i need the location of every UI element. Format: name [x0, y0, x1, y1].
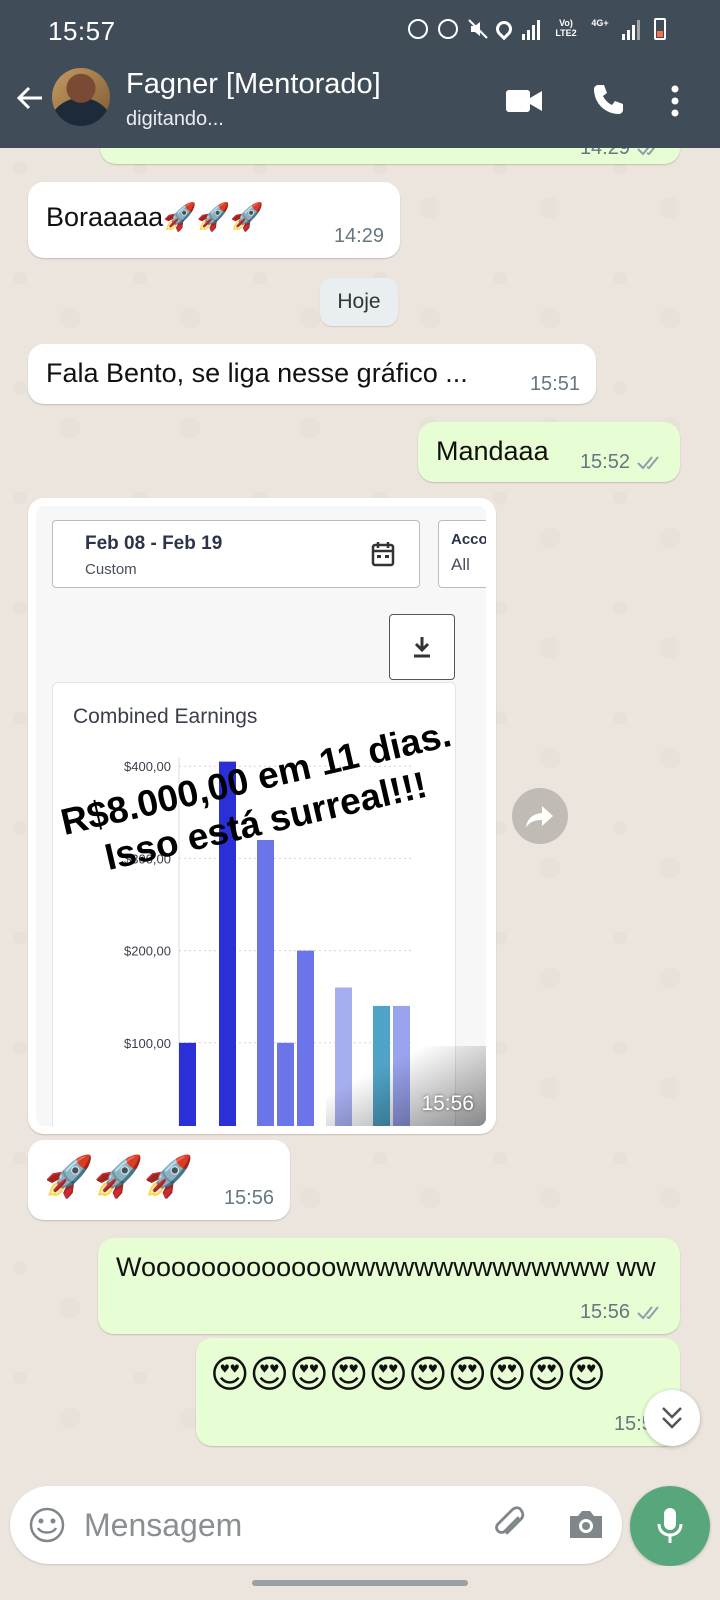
account-value: All — [451, 555, 470, 574]
message-input[interactable] — [84, 1504, 464, 1546]
incoming-message[interactable]: 🚀🚀🚀 15:56 — [28, 1140, 290, 1220]
read-ticks-icon — [637, 148, 655, 155]
microphone-icon — [657, 1508, 683, 1543]
volte-label: Vo) LTE2 — [555, 18, 577, 38]
heart-eyes-emoji: 😍😍😍😍😍😍😍😍😍😍 — [210, 1352, 607, 1396]
read-ticks-icon — [637, 1305, 659, 1319]
contact-name[interactable]: Fagner [Mentorado] — [126, 68, 381, 101]
alarm-icon — [438, 19, 458, 39]
message-text: Mandaaa — [436, 436, 549, 466]
incoming-message[interactable]: Fala Bento, se liga nesse gráfico ... 15… — [28, 344, 596, 404]
chat-area[interactable]: 14:29 Boraaaaa🚀🚀🚀 14:29 Hoje Fala Bento,… — [0, 148, 720, 1478]
chart-bar — [179, 1042, 196, 1126]
message-time: 15:51 — [529, 373, 580, 395]
network-label: 4G+ — [591, 18, 609, 28]
signal-2-icon — [622, 18, 644, 40]
attach-icon[interactable] — [490, 1504, 530, 1544]
message-time: 15:56 — [223, 1187, 274, 1209]
date-range-picker: Feb 08 - Feb 19 Custom — [52, 520, 420, 588]
account-filter: Acco All — [438, 520, 486, 588]
status-icons: Vo) LTE2 4G+ — [408, 17, 666, 41]
mute-icon — [468, 18, 488, 40]
rocket-emoji: 🚀🚀🚀 — [163, 202, 264, 233]
rocket-emoji: 🚀🚀🚀 — [44, 1154, 194, 1200]
forward-button[interactable] — [512, 788, 568, 844]
dashboard-screenshot[interactable]: Feb 08 - Feb 19 Custom Acco All Combined… — [36, 506, 486, 1126]
image-message[interactable]: Feb 08 - Feb 19 Custom Acco All Combined… — [28, 498, 496, 1134]
chart-bar — [277, 1042, 294, 1126]
outgoing-message[interactable]: Mandaaa 15:52 — [418, 422, 680, 482]
video-call-icon[interactable] — [506, 88, 542, 114]
y-tick-label: $200,00 — [124, 944, 171, 959]
scroll-to-bottom-button[interactable] — [644, 1390, 700, 1446]
read-ticks-icon — [637, 455, 659, 469]
date-chip: Hoje — [320, 278, 398, 326]
outgoing-message[interactable]: 😍😍😍😍😍😍😍😍😍😍 15:56 — [196, 1338, 680, 1446]
partial-outgoing-message[interactable]: 14:29 — [100, 148, 680, 164]
message-text: Fala Bento, se liga nesse gráfico ... — [46, 358, 468, 388]
back-arrow-icon[interactable] — [14, 82, 46, 114]
download-icon — [414, 637, 430, 658]
message-time: 14:29 — [333, 225, 384, 247]
signal-icon — [522, 18, 544, 40]
message-time: 14:29 — [579, 148, 630, 159]
message-text: Wooooooooooooowwwwwwwwwwwwww ww — [116, 1252, 656, 1282]
battery-saver-icon — [408, 19, 428, 39]
chart-title: Combined Earnings — [73, 705, 258, 728]
message-entry — [10, 1486, 622, 1564]
calendar-icon — [371, 542, 395, 567]
message-composer — [0, 1478, 720, 1600]
double-chevron-down-icon — [662, 1407, 682, 1429]
message-time: 15:52 — [579, 451, 630, 473]
status-time: 15:57 — [48, 16, 116, 46]
chart-bar — [297, 950, 314, 1126]
system-nav-bar — [0, 1566, 720, 1600]
outgoing-message[interactable]: Wooooooooooooowwwwwwwwwwwwww ww 15:56 — [98, 1238, 680, 1334]
message-text: Boraaaaa — [46, 202, 164, 232]
emoji-icon[interactable] — [28, 1506, 66, 1544]
contact-avatar[interactable] — [52, 68, 110, 126]
forward-icon — [526, 806, 553, 828]
voice-message-button[interactable] — [630, 1486, 710, 1566]
image-time: 15:56 — [421, 1092, 474, 1115]
phone-call-icon[interactable] — [591, 83, 625, 117]
location-icon — [492, 17, 516, 41]
date-range-text: Feb 08 - Feb 19 — [85, 533, 223, 554]
chart-bar — [257, 839, 274, 1126]
incoming-message[interactable]: Boraaaaa🚀🚀🚀 14:29 — [28, 182, 400, 258]
date-range-sub: Custom — [85, 561, 137, 578]
home-gesture-handle[interactable] — [252, 1580, 468, 1586]
message-time: 15:56 — [579, 1301, 630, 1323]
account-label: Acco — [451, 531, 486, 548]
typing-status: digitando... — [126, 108, 224, 130]
y-tick-label: $100,00 — [124, 1036, 171, 1051]
battery-icon — [654, 18, 666, 40]
camera-icon[interactable] — [566, 1506, 606, 1544]
download-button — [389, 614, 455, 680]
more-options-icon[interactable] — [670, 84, 680, 118]
y-tick-label: $400,00 — [124, 759, 171, 774]
chat-header: Fagner [Mentorado] digitando... — [0, 60, 720, 148]
status-bar: 15:57 Vo) LTE2 4G+ — [0, 0, 720, 60]
